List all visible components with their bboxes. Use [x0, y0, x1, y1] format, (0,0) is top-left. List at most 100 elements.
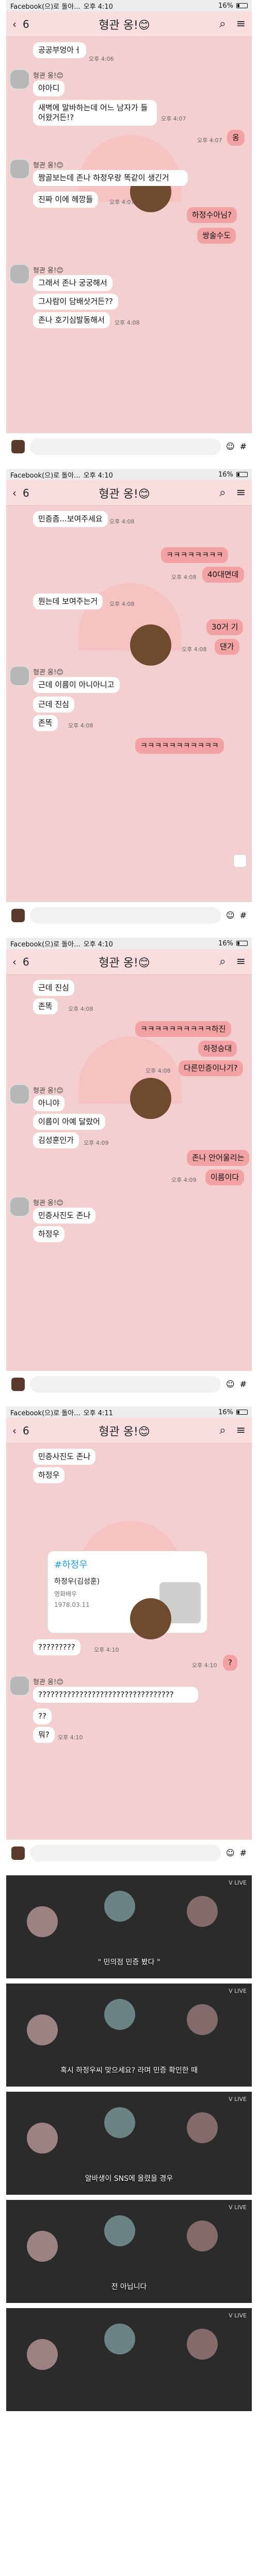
search-icon[interactable]: ⌕	[219, 486, 225, 499]
message-time: 오후 4:08	[109, 518, 135, 525]
search-icon[interactable]: ⌕	[219, 1424, 225, 1437]
chat-area[interactable]: 민증사진도 존나 하정우 #하정우 하정우(김성훈) 영화배우 1978.03.…	[6, 1444, 252, 1839]
menu-icon[interactable]: ≡	[236, 955, 246, 968]
message-bubble-incoming[interactable]: ??	[33, 1708, 52, 1724]
menu-icon[interactable]: ≡	[236, 486, 246, 499]
message-bubble-incoming[interactable]: 민증사진도 존나	[33, 1208, 96, 1224]
back-to-app-link[interactable]: Facebook(으)로 돌아...	[10, 470, 80, 480]
message-bubble-incoming[interactable]: 새벽에 말바하는데 어느 남자가 들어왔거든!?	[33, 100, 157, 126]
message-bubble-outgoing[interactable]: 쌍술수도	[197, 228, 236, 244]
message-bubble-outgoing[interactable]: 30거 기	[206, 619, 244, 635]
message-bubble-incoming[interactable]: ?????????	[33, 1639, 80, 1655]
message-bubble-outgoing[interactable]: ?	[223, 1655, 237, 1671]
message-bubble-incoming[interactable]: 근데 진심	[33, 697, 74, 713]
hashtag-title[interactable]: #하정우	[54, 1557, 201, 1571]
message-bubble-outgoing[interactable]: 하정수아님?	[187, 207, 237, 223]
message-input[interactable]	[30, 907, 221, 924]
message-input[interactable]	[30, 1376, 221, 1393]
sender-name: 형관 옹!😊	[33, 72, 63, 80]
back-chevron-icon[interactable]: ‹	[12, 487, 17, 499]
message-bubble-incoming[interactable]: 근데 진심	[33, 980, 74, 996]
message-bubble-incoming[interactable]: 뭐?	[33, 1727, 55, 1743]
chat-area[interactable]: 민증좀...보여주세요 오후 4:08 ㅋㅋㅋㅋㅋㅋㅋㅋ 40대면데 오후 4:…	[6, 506, 252, 902]
message-bubble-incoming[interactable]: 짬골보는데 존나 하정우랑 똑같이 생긴거	[33, 170, 188, 186]
message-bubble-outgoing[interactable]: 하정승대	[198, 1041, 237, 1057]
bear-emoticon-icon[interactable]	[11, 1846, 25, 1860]
message-bubble-outgoing[interactable]: 다른민증이나기?	[179, 1060, 243, 1076]
back-chevron-icon[interactable]: ‹	[12, 18, 17, 30]
search-result-card[interactable]: #하정우 하정우(김성훈) 영화배우 1978.03.11	[47, 1551, 207, 1633]
avatar[interactable]	[9, 69, 30, 90]
message-bubble-outgoing[interactable]: ㅋㅋㅋㅋㅋㅋㅋㅋㅋㅋㅋ	[135, 738, 224, 754]
message-bubble-outgoing[interactable]: 댄가	[215, 639, 239, 655]
avatar[interactable]	[9, 159, 30, 179]
message-bubble-incoming[interactable]: 진짜 이에 헤깡들	[33, 192, 99, 208]
person-figure	[104, 2107, 135, 2138]
message-bubble-outgoing[interactable]: 40대면데	[202, 567, 244, 583]
message-bubble-incoming[interactable]: 하정우	[33, 1226, 65, 1242]
message-bubble-incoming[interactable]: 존똑	[33, 998, 58, 1014]
message-time: 오후 4:10	[94, 1647, 119, 1653]
back-to-app-link[interactable]: Facebook(으)로 돌아...	[10, 1408, 80, 1417]
emoji-icon[interactable]: ☺	[226, 910, 235, 920]
search-icon[interactable]: ⌕	[219, 18, 225, 30]
avatar[interactable]	[9, 1084, 30, 1105]
message-bubble-outgoing[interactable]: 옹	[227, 130, 245, 146]
avatar[interactable]	[9, 1675, 30, 1696]
back-chevron-icon[interactable]: ‹	[12, 956, 17, 968]
back-count: 6	[23, 955, 29, 968]
menu-icon[interactable]: ≡	[236, 18, 246, 30]
avatar[interactable]	[9, 666, 30, 686]
vlive-logo: V LIVE	[229, 1879, 247, 1886]
message-bubble-incoming[interactable]: 아니야	[33, 1095, 65, 1111]
message-time: 오후 4:08	[68, 722, 93, 729]
hash-icon[interactable]: #	[240, 442, 247, 451]
emoji-icon[interactable]: ☺	[226, 1379, 235, 1389]
hash-icon[interactable]: #	[240, 910, 247, 920]
message-bubble-outgoing[interactable]: ㅋㅋㅋㅋㅋㅋㅋㅋ	[161, 547, 229, 563]
message-bubble-incoming[interactable]: 공공부엉아ㅓ	[33, 42, 86, 58]
message-bubble-incoming[interactable]: 그래서 존나 궁궁해서	[33, 275, 112, 291]
composer: ☺ #	[6, 1839, 252, 1866]
avatar[interactable]	[9, 264, 30, 284]
status-time: 오후 4:10	[83, 471, 113, 480]
chat-area[interactable]: 근데 진심 존똑 오후 4:08 ㅋㅋㅋㅋㅋㅋㅋㅋㅋㅋ하진 하정승대 다른민증이…	[6, 975, 252, 1370]
emoji-icon[interactable]: ☺	[226, 442, 235, 451]
menu-icon[interactable]: ≡	[236, 1424, 246, 1437]
search-icon[interactable]: ⌕	[219, 955, 225, 968]
message-bubble-outgoing[interactable]: 존나 안어울리는	[187, 1150, 250, 1166]
bear-emoticon-icon[interactable]	[11, 908, 25, 922]
vlive-logo: V LIVE	[229, 2312, 247, 2319]
hash-icon[interactable]: #	[240, 1379, 247, 1389]
chat-screen-4: Facebook(으)로 돌아... 오후 4:11 16% ‹ 6 형관 옹!…	[6, 1406, 252, 1866]
message-bubble-incoming[interactable]: 이름이 아예 달랐어	[33, 1114, 105, 1130]
hash-icon[interactable]: #	[240, 1848, 247, 1858]
bear-emoticon-icon[interactable]	[11, 439, 25, 453]
back-chevron-icon[interactable]: ‹	[12, 1425, 17, 1437]
chat-area[interactable]: 공공부엉아ㅓ 오후 4:06 형관 옹!😊 야아디 새벽에 말바하는데 어느 남…	[6, 37, 252, 433]
message-input[interactable]	[30, 1844, 221, 1861]
chat-header: ‹ 6 형관 옹!😊 ⌕ ≡	[6, 949, 252, 975]
message-bubble-incoming[interactable]: 뭔는데 보여주는거	[33, 594, 103, 609]
emoji-icon[interactable]: ☺	[226, 1848, 235, 1858]
message-bubble-incoming[interactable]: ?????????????????????????????????	[33, 1687, 198, 1703]
message-bubble-incoming[interactable]: 근데 이름이 아니아니고	[33, 677, 120, 693]
message-bubble-outgoing[interactable]: 이름이다	[205, 1170, 245, 1185]
back-to-app-link[interactable]: Facebook(으)로 돌아...	[10, 939, 80, 948]
message-bubble-incoming[interactable]: 그사람이 담배삿거든??	[33, 294, 118, 310]
avatar[interactable]	[9, 1196, 30, 1217]
message-bubble-incoming[interactable]: 존나 호기심발동해서	[33, 312, 110, 328]
back-to-app-link[interactable]: Facebook(으)로 돌아...	[10, 1, 80, 11]
vlive-logo: V LIVE	[229, 2204, 247, 2211]
message-bubble-incoming[interactable]: 존똑	[33, 715, 58, 731]
message-input[interactable]	[30, 438, 221, 455]
message-bubble-incoming[interactable]: 민증좀...보여주세요	[33, 511, 108, 527]
scroll-down-button[interactable]	[233, 854, 247, 868]
back-count: 6	[23, 486, 29, 499]
message-bubble-incoming[interactable]: 민증사진도 존나	[33, 1449, 96, 1465]
message-bubble-incoming[interactable]: 야아디	[33, 80, 65, 96]
message-bubble-incoming[interactable]: 하정우	[33, 1467, 65, 1483]
message-bubble-incoming[interactable]: 김성훈인가	[33, 1132, 79, 1148]
message-bubble-outgoing[interactable]: ㅋㅋㅋㅋㅋㅋㅋㅋㅋㅋ하진	[135, 1021, 231, 1037]
bear-emoticon-icon[interactable]	[11, 1377, 25, 1391]
